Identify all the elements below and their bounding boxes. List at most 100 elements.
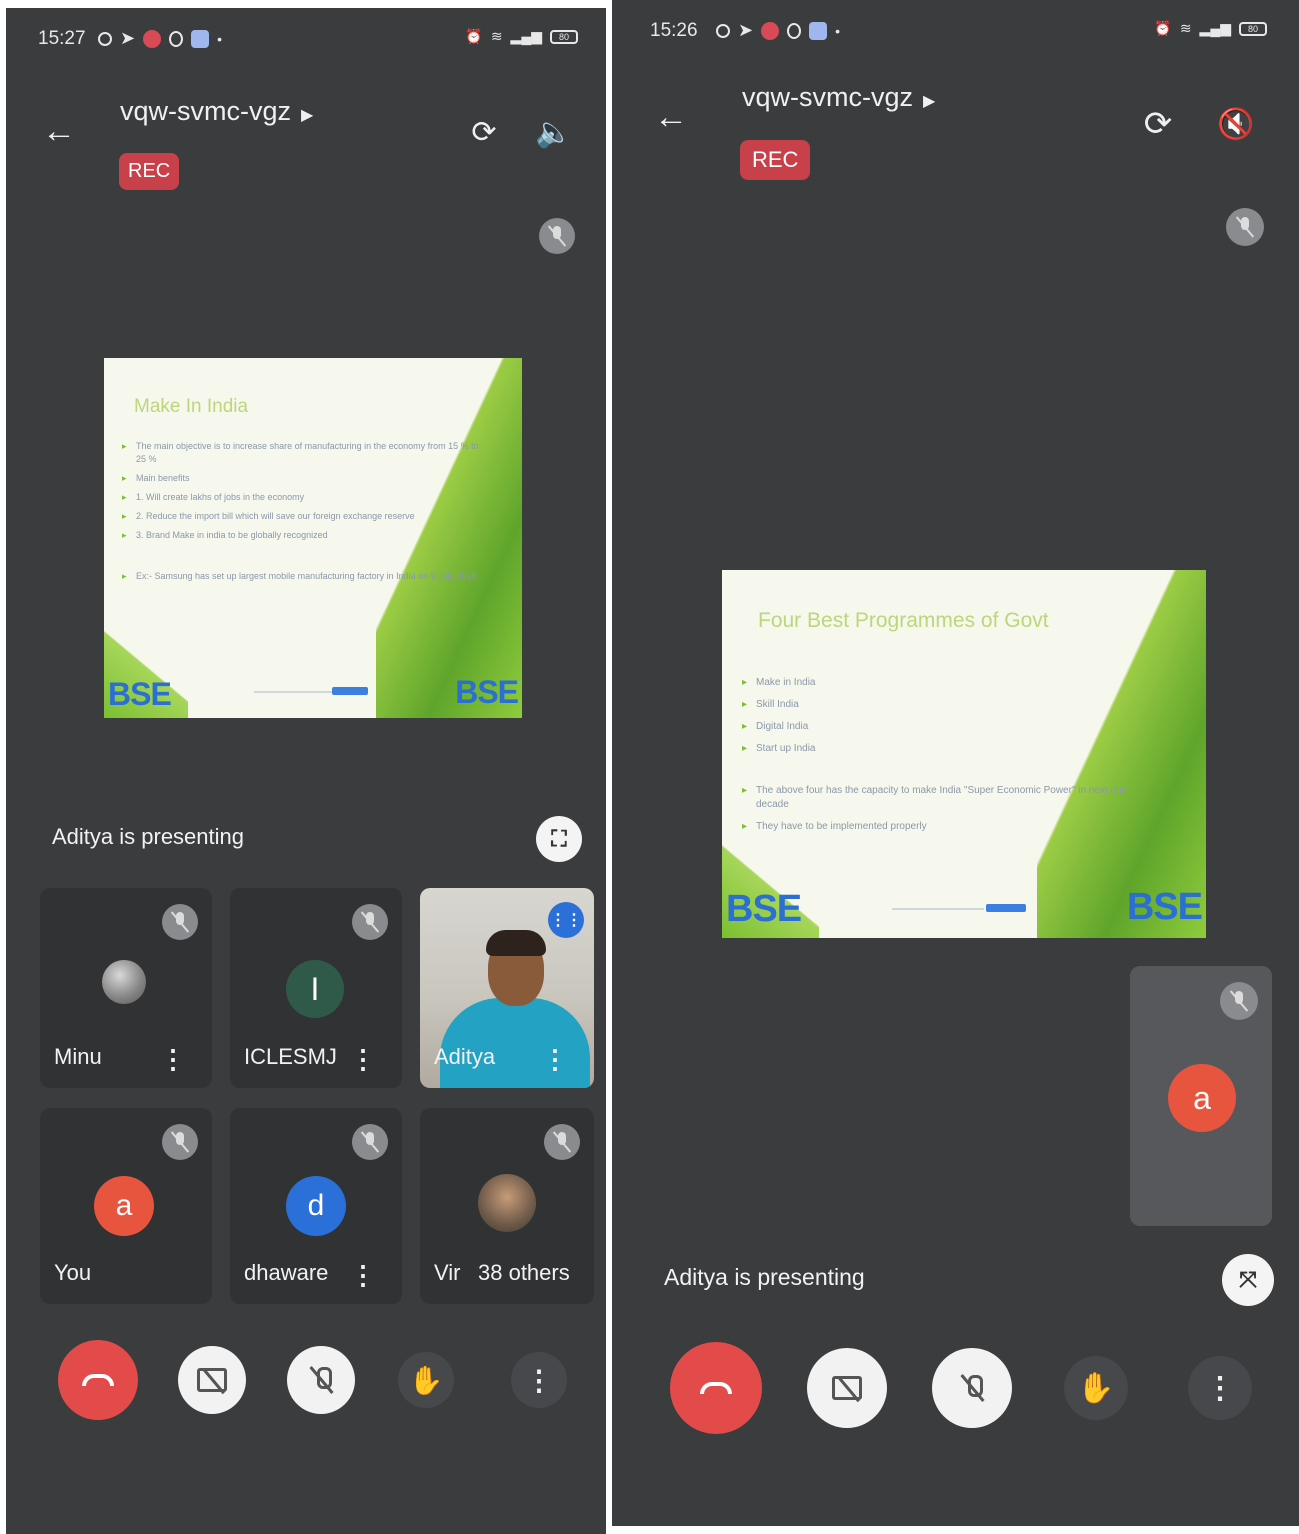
- telegram-icon: ➤: [120, 28, 136, 48]
- alarm-icon: ⏰: [1154, 20, 1172, 36]
- mic-off-icon: [310, 1365, 332, 1395]
- dot-icon: •: [217, 30, 222, 47]
- camera-off-icon: [197, 1368, 227, 1392]
- slide-bullet: Start up India: [742, 742, 1162, 756]
- speaker-icon[interactable]: 🔈: [534, 112, 574, 152]
- mic-off-icon: [552, 1131, 572, 1153]
- meeting-title[interactable]: vqw-svmc-vgz ▶: [742, 82, 935, 113]
- slide-footer-bar: [332, 687, 368, 695]
- presenter-mute-indicator: [1226, 208, 1264, 246]
- bse-logo-right: BSE: [1126, 886, 1203, 928]
- signal-icon: ▂▄▆: [510, 28, 542, 44]
- speaking-icon: ⋮⋮: [548, 902, 584, 938]
- notification-icons: ➤ •: [716, 20, 840, 41]
- notification-icons: ➤ •: [98, 28, 222, 49]
- presenter-mute-indicator: [539, 218, 575, 254]
- participant-name: dhaware: [244, 1260, 329, 1285]
- slide-bullet: The above four has the capacity to make …: [742, 784, 1162, 812]
- slide-title: Make In India: [134, 396, 249, 417]
- mic-off-icon: [1229, 990, 1249, 1012]
- participant-tile-you[interactable]: a You: [40, 1108, 212, 1304]
- tile-mute-indicator: [544, 1124, 580, 1160]
- presenting-label: Aditya is presenting: [664, 1264, 865, 1290]
- slide-title: Four Best Programmes of Govt: [758, 609, 1049, 632]
- switch-camera-icon[interactable]: ⟳: [1138, 104, 1178, 144]
- more-icon: ⋮: [1205, 1371, 1235, 1405]
- more-icon[interactable]: ⋮: [350, 1046, 376, 1072]
- presenting-label: Aditya is presenting: [52, 824, 244, 849]
- caret-right-icon: ▶: [301, 107, 314, 124]
- signal-icon: ▂▄▆: [1199, 20, 1231, 36]
- more-icon[interactable]: ⋮: [350, 1262, 376, 1288]
- more-options-button[interactable]: ⋮: [511, 1352, 567, 1408]
- telegram-icon: ➤: [738, 20, 754, 40]
- speaker-off-icon[interactable]: 🔇: [1216, 104, 1256, 144]
- slide-bullet: 2. Reduce the import bill which will sav…: [122, 510, 482, 523]
- bse-logo-right: BSE: [455, 674, 519, 710]
- participant-name: Vir: [434, 1260, 461, 1285]
- end-call-button[interactable]: [670, 1342, 762, 1434]
- meeting-title[interactable]: vqw-svmc-vgz ▶: [120, 96, 313, 127]
- raise-hand-button[interactable]: ✋: [398, 1352, 454, 1408]
- tile-mute-indicator: [162, 904, 198, 940]
- participant-tile-iclesmj[interactable]: I ICLESMJ ⋮: [230, 888, 402, 1088]
- status-bar: 15:26 ➤ • ⏰ ≋ ▂▄▆ 80: [612, 0, 1299, 60]
- avatar: a: [94, 1176, 154, 1236]
- raise-hand-button[interactable]: ✋: [1064, 1356, 1128, 1420]
- participant-tile-others[interactable]: Vir 38 others: [420, 1108, 594, 1304]
- tile-mute-indicator: [352, 1124, 388, 1160]
- mic-off-icon: [961, 1373, 983, 1403]
- raise-hand-icon: ✋: [408, 1364, 444, 1396]
- participant-tile-dhaware[interactable]: d dhaware ⋮: [230, 1108, 402, 1304]
- status-right: ⏰ ≋ ▂▄▆ 80: [1154, 20, 1267, 37]
- mic-toggle-button[interactable]: [287, 1346, 355, 1414]
- recorder-icon: [143, 29, 162, 48]
- mic-toggle-button[interactable]: [932, 1348, 1012, 1428]
- wifi-icon: ≋: [490, 28, 503, 44]
- status-right: ⏰ ≋ ▂▄▆ 80: [465, 28, 578, 45]
- notification-icon: [98, 31, 112, 46]
- camera-toggle-button[interactable]: [807, 1348, 887, 1428]
- more-icon[interactable]: ⋮: [160, 1046, 186, 1072]
- slide-bullet: They have to be implemented properly: [742, 820, 1162, 834]
- slide-bullet: 1. Will create lakhs of jobs in the econ…: [122, 491, 482, 504]
- participant-name: ICLESMJ: [244, 1044, 337, 1069]
- participant-tile-minu[interactable]: Minu ⋮: [40, 888, 212, 1088]
- meeting-code: vqw-svmc-vgz: [742, 82, 914, 112]
- more-options-button[interactable]: ⋮: [1188, 1356, 1252, 1420]
- status-time: 15:26: [650, 20, 698, 41]
- presentation-slide: Make In India The main objective is to i…: [104, 358, 522, 718]
- app-icon-2: [191, 29, 210, 48]
- end-call-button[interactable]: [58, 1340, 138, 1420]
- tile-mute-indicator: [162, 1124, 198, 1160]
- avatar: [102, 960, 146, 1004]
- back-arrow-icon[interactable]: ←: [42, 112, 76, 151]
- slide-bullet: 3. Brand Make in india to be globally re…: [122, 529, 482, 542]
- battery-icon: 80: [1239, 21, 1267, 36]
- caret-right-icon: ▶: [923, 93, 936, 110]
- mic-off-icon: [547, 225, 567, 247]
- camera-toggle-button[interactable]: [178, 1346, 246, 1414]
- back-arrow-icon[interactable]: ←: [654, 98, 688, 137]
- tile-mute-indicator: [1220, 982, 1258, 1020]
- raise-hand-icon: ✋: [1077, 1371, 1115, 1405]
- notification-icon: [716, 23, 730, 38]
- fullscreen-icon: ⛶: [551, 826, 567, 851]
- fullscreen-button[interactable]: ⛶: [536, 816, 582, 862]
- app-icon: [787, 22, 802, 39]
- mic-off-icon: [1235, 216, 1255, 238]
- more-icon[interactable]: ⋮: [542, 1046, 568, 1072]
- mic-off-icon: [170, 911, 190, 933]
- self-view-tile[interactable]: a: [1130, 966, 1272, 1226]
- alarm-icon: ⏰: [465, 28, 483, 44]
- presentation-slide: Four Best Programmes of Govt Make in Ind…: [722, 570, 1206, 938]
- slide-bullets: Make in India Skill India Digital India …: [742, 676, 1162, 834]
- exit-fullscreen-icon: ⤧: [1239, 1267, 1257, 1292]
- slide-bullet: Make in India: [742, 676, 1162, 690]
- participant-name: You: [54, 1260, 92, 1285]
- tile-mute-indicator: [352, 904, 388, 940]
- avatar: [478, 1174, 536, 1232]
- switch-camera-icon[interactable]: ⟳: [464, 112, 504, 152]
- participant-tile-aditya[interactable]: ⋮⋮ Aditya ⋮: [420, 888, 594, 1088]
- exit-fullscreen-button[interactable]: ⤧: [1222, 1254, 1274, 1306]
